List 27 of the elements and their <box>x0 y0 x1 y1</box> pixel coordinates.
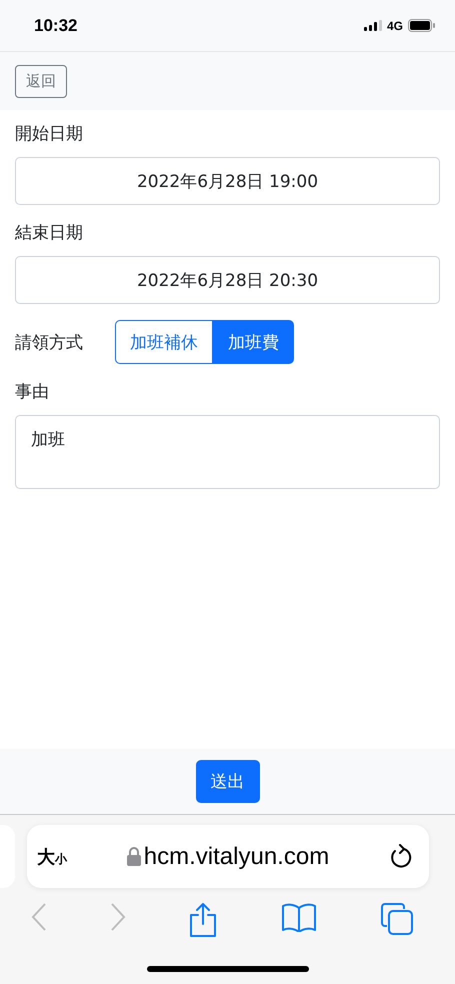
field-label: 結束日期 <box>15 222 84 244</box>
lock-icon <box>126 847 141 866</box>
reason-field[interactable]: 加班 <box>15 415 440 489</box>
battery-icon <box>408 19 435 32</box>
option-button[interactable]: 加班補休 <box>115 320 213 364</box>
toolbar-button[interactable] <box>188 902 218 938</box>
date-field[interactable]: 2022年6月28日 20:30 <box>15 256 440 304</box>
address-bar[interactable]: 大小 hcm.vitalyun.com <box>27 825 429 888</box>
back-icon <box>31 902 48 932</box>
field-label: 事由 <box>15 381 50 403</box>
share-icon <box>188 902 218 938</box>
signal-icon <box>364 20 382 31</box>
forward-icon <box>110 902 126 932</box>
tabs-icon <box>380 902 414 936</box>
network-label: 4G <box>386 18 403 32</box>
url-text: hcm.vitalyun.com <box>144 842 330 870</box>
date-field[interactable]: 2022年6月28日 19:00 <box>15 157 440 205</box>
back-button[interactable]: 返回 <box>15 64 67 98</box>
field-label: 開始日期 <box>15 123 84 145</box>
clock: 10:32 <box>34 16 78 36</box>
text-size-button[interactable]: 大小 <box>37 844 67 868</box>
option-button[interactable]: 加班費 <box>213 320 294 364</box>
field-label: 請領方式 <box>15 332 83 354</box>
submit-button[interactable]: 送出 <box>196 760 260 803</box>
reload-icon[interactable] <box>389 844 413 870</box>
toolbar-button[interactable] <box>380 902 414 938</box>
book-icon <box>281 902 318 932</box>
